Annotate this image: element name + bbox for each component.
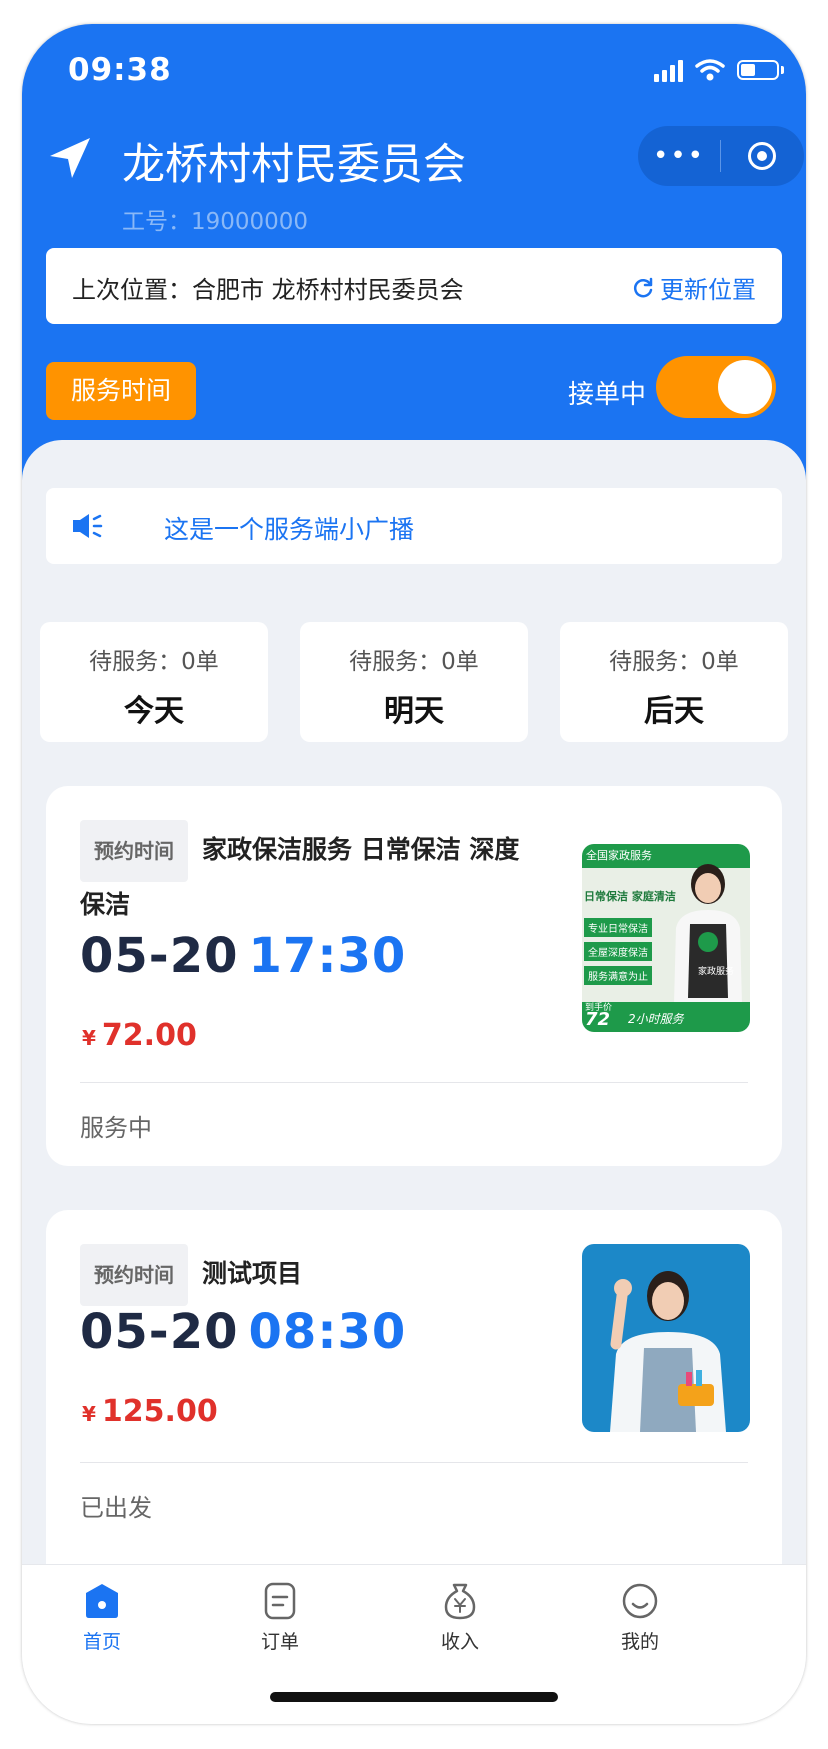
close-miniprogram-button[interactable] bbox=[721, 142, 803, 170]
broadcast-bar[interactable]: 这是一个服务端小广播 bbox=[46, 488, 782, 564]
phone-screen: 09:38 龙桥村村民委员会 工号：19000000 ••• 上次位置：合肥市 … bbox=[22, 24, 806, 1724]
staff-id: 工号：19000000 bbox=[122, 209, 309, 235]
tab-label: 收入 bbox=[440, 1631, 479, 1653]
toggle-knob bbox=[718, 360, 772, 414]
pending-count: 待服务：0单 bbox=[349, 649, 479, 675]
update-location-button[interactable]: 更新位置 bbox=[632, 270, 756, 305]
home-icon bbox=[82, 1581, 122, 1621]
order-card[interactable]: 预约时间 测试项目 05-20 08:30 ¥125.00 已出发 bbox=[46, 1210, 782, 1586]
price-value: 125.00 bbox=[101, 1394, 218, 1429]
pending-count: 待服务：0单 bbox=[609, 649, 739, 675]
stat-day: 今天 bbox=[124, 694, 184, 729]
service-thumbnail bbox=[582, 1244, 750, 1432]
order-time: 08:30 bbox=[248, 1304, 407, 1360]
order-title-block: 预约时间 家政保洁服务 日常保洁 深度保洁 bbox=[80, 820, 530, 928]
tab-orders[interactable]: 订单 bbox=[230, 1581, 330, 1654]
profile-icon bbox=[620, 1581, 660, 1621]
order-datetime: 05-20 08:30 bbox=[80, 1304, 406, 1360]
tab-label: 我的 bbox=[620, 1631, 659, 1653]
price-value: 72.00 bbox=[101, 1018, 197, 1053]
signal-icon bbox=[654, 58, 683, 82]
order-time: 17:30 bbox=[248, 928, 407, 984]
tab-label: 订单 bbox=[260, 1631, 299, 1653]
location-bar: 上次位置：合肥市 龙桥村村民委员会 更新位置 bbox=[46, 248, 782, 324]
order-date: 05-20 bbox=[80, 1304, 239, 1360]
pending-count: 待服务：0单 bbox=[89, 649, 219, 675]
order-price: ¥72.00 bbox=[82, 1018, 197, 1053]
order-status: 已出发 bbox=[80, 1494, 152, 1522]
tab-profile[interactable]: 我的 bbox=[590, 1581, 690, 1654]
worker-illustration bbox=[674, 864, 742, 1004]
order-date: 05-20 bbox=[80, 928, 239, 984]
speaker-icon bbox=[73, 514, 103, 538]
broadcast-text: 这是一个服务端小广播 bbox=[164, 515, 415, 544]
tab-label: 首页 bbox=[82, 1631, 121, 1653]
status-icons bbox=[654, 58, 784, 82]
income-icon bbox=[440, 1581, 480, 1621]
currency-symbol: ¥ bbox=[82, 1026, 96, 1050]
stat-card-day-after[interactable]: 待服务：0单 后天 bbox=[560, 622, 788, 742]
battery-icon bbox=[737, 60, 779, 80]
order-icon bbox=[260, 1581, 300, 1621]
page-title: 龙桥村村民委员会 bbox=[122, 140, 466, 190]
refresh-icon bbox=[633, 277, 653, 297]
currency-symbol: ¥ bbox=[82, 1402, 96, 1426]
order-title: 测试项目 bbox=[202, 1259, 303, 1288]
order-price: ¥125.00 bbox=[82, 1394, 218, 1429]
last-location: 上次位置：合肥市 龙桥村村民委员会 bbox=[72, 276, 464, 304]
stat-day: 后天 bbox=[644, 694, 704, 729]
miniprogram-capsule: ••• bbox=[638, 126, 804, 186]
order-title-block: 预约时间 测试项目 bbox=[80, 1244, 530, 1306]
stat-card-tomorrow[interactable]: 待服务：0单 明天 bbox=[300, 622, 528, 742]
order-card[interactable]: 预约时间 家政保洁服务 日常保洁 深度保洁 05-20 17:30 ¥72.00 服… bbox=[46, 786, 782, 1166]
header: 09:38 龙桥村村民委员会 工号：19000000 ••• 上次位置：合肥市 … bbox=[22, 24, 806, 494]
order-datetime: 05-20 17:30 bbox=[80, 928, 406, 984]
update-location-label: 更新位置 bbox=[660, 276, 756, 304]
stat-day: 明天 bbox=[384, 694, 444, 729]
tab-home[interactable]: 首页 bbox=[52, 1581, 152, 1654]
appointment-badge: 预约时间 bbox=[80, 820, 188, 882]
wifi-icon bbox=[695, 59, 725, 81]
service-thumbnail: 全国家政服务 日常保洁 家庭清洁 专业日常保洁 全屋深度保洁 服务满意为止 家政… bbox=[582, 844, 750, 1032]
status-time: 09:38 bbox=[68, 52, 172, 88]
worker-illustration bbox=[610, 1271, 726, 1432]
accepting-orders-toggle[interactable] bbox=[656, 356, 776, 418]
target-icon bbox=[748, 142, 776, 170]
home-indicator bbox=[270, 1692, 558, 1702]
more-icon[interactable]: ••• bbox=[638, 126, 720, 186]
service-time-button[interactable]: 服务时间 bbox=[46, 362, 196, 420]
accepting-orders-label: 接单中 bbox=[568, 380, 647, 410]
location-arrow-icon[interactable] bbox=[46, 134, 94, 182]
order-status: 服务中 bbox=[80, 1114, 152, 1142]
stat-card-today[interactable]: 待服务：0单 今天 bbox=[40, 622, 268, 742]
tab-income[interactable]: 收入 bbox=[410, 1581, 510, 1654]
appointment-badge: 预约时间 bbox=[80, 1244, 188, 1306]
